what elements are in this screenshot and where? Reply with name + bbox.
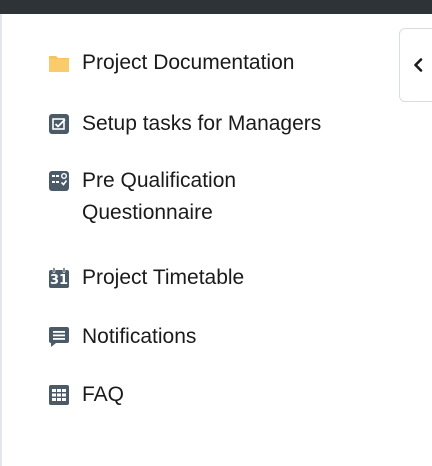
calendar-day-label: 31: [49, 273, 69, 288]
calendar-icon: 31: [48, 267, 70, 289]
sidebar-item-setup-tasks[interactable]: Setup tasks for Managers: [48, 111, 321, 140]
sidebar-item-project-documentation[interactable]: Project Documentation: [48, 50, 294, 79]
sidebar-item-project-timetable[interactable]: 31 Project Timetable: [48, 265, 244, 294]
sidebar-item-faq[interactable]: FAQ: [48, 382, 124, 411]
sidebar-item-notifications[interactable]: Notifications: [48, 324, 196, 353]
message-icon: [48, 326, 70, 348]
sidebar-item-label: Project Documentation: [82, 51, 295, 74]
top-bar: [0, 0, 432, 14]
checkbox-icon: [48, 113, 70, 135]
sidebar-item-label: Notifications: [82, 325, 197, 348]
collapse-sidebar-button[interactable]: [399, 28, 432, 102]
sidebar-item-label: Setup tasks for Managers: [82, 112, 322, 135]
sidebar-item-label: FAQ: [82, 383, 125, 406]
sidebar-item-label: Project Timetable: [82, 266, 245, 289]
folder-icon: [48, 52, 70, 74]
sidebar-item-pre-qualification-questionnaire[interactable]: Pre Qualification Questionnaire: [48, 168, 312, 229]
sidebar-item-label: Pre Qualification Questionnaire: [82, 169, 237, 224]
grid-icon: [48, 384, 70, 406]
sidebar: Project Documentation Setup tasks for Ma…: [0, 14, 432, 466]
questionnaire-icon: [48, 170, 70, 192]
chevron-left-icon: [413, 58, 423, 72]
